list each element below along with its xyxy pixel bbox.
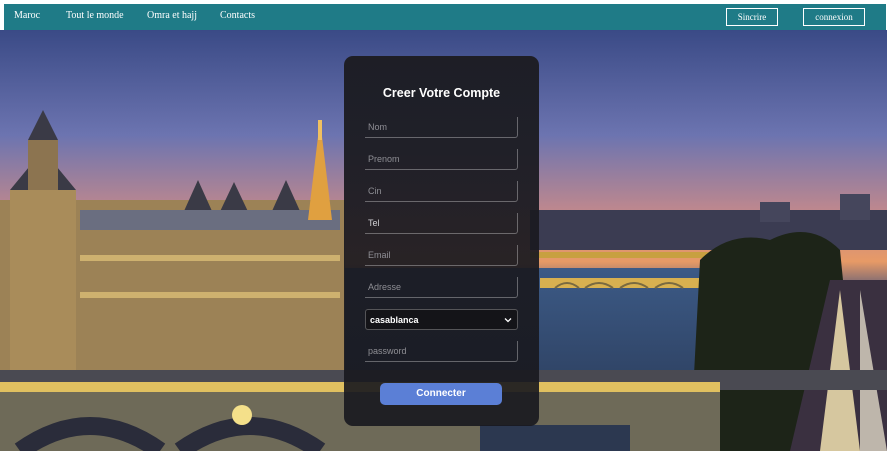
email-input[interactable] [365, 245, 518, 266]
nav-link-contacts[interactable]: Contacts [220, 10, 255, 21]
city-select[interactable]: casablanca [365, 309, 518, 330]
password-input[interactable] [365, 341, 518, 362]
top-navbar: Maroc Tout le monde Omra et hajj Contact… [4, 4, 886, 30]
nav-link-omra-et-hajj[interactable]: Omra et hajj [147, 10, 197, 21]
nom-input[interactable] [365, 117, 518, 138]
cin-input[interactable] [365, 181, 518, 202]
signup-card: Creer Votre Compte casablanca Connecter [344, 56, 539, 426]
chevron-down-icon [504, 318, 512, 323]
nav-link-tout-le-monde[interactable]: Tout le monde [66, 10, 124, 21]
nav-link-maroc[interactable]: Maroc [14, 10, 40, 21]
submit-button[interactable]: Connecter [380, 383, 502, 405]
tel-input[interactable] [365, 213, 518, 234]
city-select-value: casablanca [370, 315, 419, 325]
form-title: Creer Votre Compte [382, 86, 501, 100]
prenom-input[interactable] [365, 149, 518, 170]
login-button[interactable]: connexion [803, 8, 865, 26]
signup-button[interactable]: Sincrire [726, 8, 778, 26]
adresse-input[interactable] [365, 277, 518, 298]
